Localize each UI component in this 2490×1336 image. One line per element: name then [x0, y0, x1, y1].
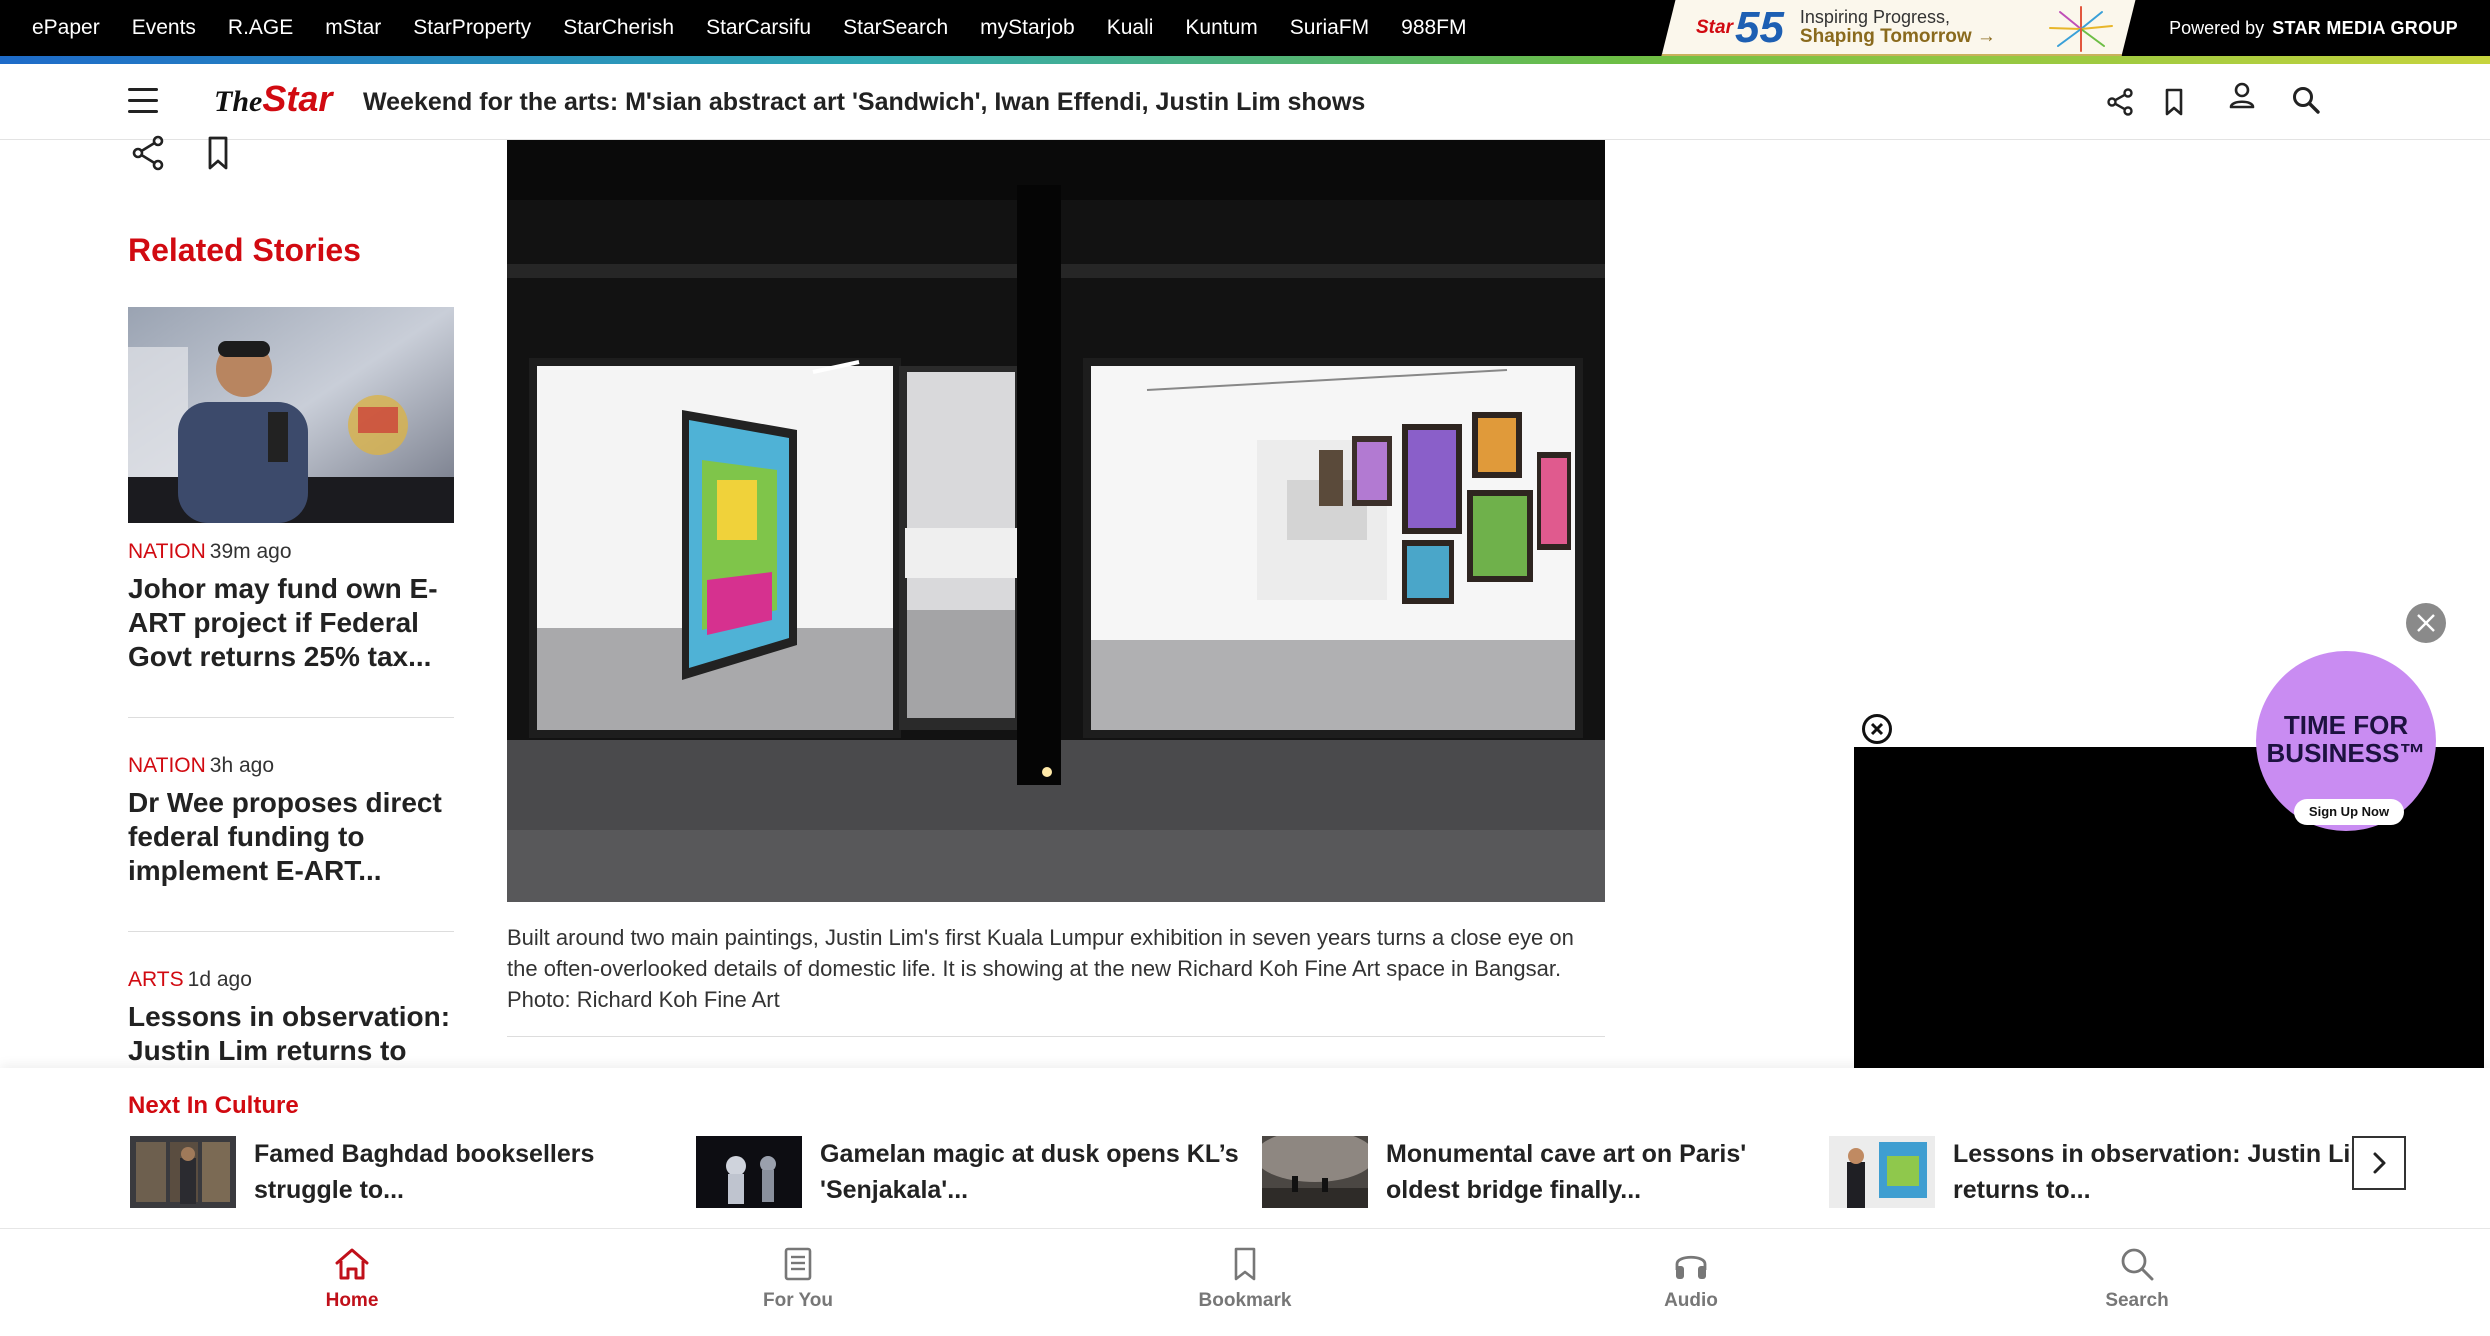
bookmark-icon[interactable] — [2158, 86, 2190, 118]
fireworks-icon — [2049, 6, 2113, 52]
chevron-right-icon — [2373, 1152, 2386, 1174]
network-links: ePaper Events R.AGE mStar StarProperty S… — [32, 0, 1499, 56]
sign-up-button[interactable]: Sign Up Now — [2294, 799, 2404, 825]
network-link-kuntum[interactable]: Kuntum — [1185, 16, 1257, 40]
network-link-starcherish[interactable]: StarCherish — [563, 16, 674, 40]
network-link-epaper[interactable]: ePaper — [32, 16, 100, 40]
bookmark-icon[interactable] — [208, 136, 228, 170]
for-you-icon — [784, 1247, 812, 1281]
network-link-starproperty[interactable]: StarProperty — [413, 16, 531, 40]
next-item-title[interactable]: Famed Baghdad booksellers struggle to... — [254, 1136, 684, 1208]
nav-search[interactable]: Search — [2037, 1244, 2237, 1312]
promo-logo: Star — [1696, 17, 1733, 38]
next-item-thumbnail — [1829, 1136, 1935, 1208]
next-item-title[interactable]: Monumental cave art on Paris' oldest bri… — [1386, 1136, 1816, 1208]
ad-text-line-1: TIME FOR — [2283, 710, 2409, 740]
story-title[interactable]: Johor may fund own E-ART project if Fede… — [128, 572, 454, 674]
story-category[interactable]: ARTS — [128, 968, 184, 991]
next-item-title[interactable]: Lessons in observation: Justin Lim retur… — [1953, 1136, 2383, 1208]
headphones-icon — [1675, 1255, 1707, 1279]
bookmark-icon — [1234, 1247, 1256, 1281]
search-icon — [2121, 1248, 2154, 1281]
nav-label: Bookmark — [1198, 1290, 1292, 1311]
article-main-image[interactable] — [507, 140, 1605, 902]
network-link-kuali[interactable]: Kuali — [1107, 16, 1154, 40]
article-headline: Weekend for the arts: M'sian abstract ar… — [363, 87, 1366, 116]
site-logo[interactable]: TheStar — [214, 81, 332, 117]
nav-label: For You — [762, 1290, 834, 1311]
logo-the: The — [214, 85, 263, 118]
next-carousel-button[interactable] — [2352, 1136, 2406, 1190]
related-story-2[interactable]: NATION 3h ago Dr Wee proposes direct fede… — [128, 754, 454, 888]
ad-close-button[interactable] — [2406, 603, 2446, 643]
promo-line-1: Inspiring Progress, — [1799, 7, 1950, 28]
site-header: TheStar Weekend for the arts: M'sian abs… — [0, 64, 2490, 140]
article-share-tools — [132, 135, 228, 171]
network-link-988fm[interactable]: 988FM — [1401, 16, 1466, 40]
network-link-rage[interactable]: R.AGE — [228, 16, 293, 40]
nav-for-you[interactable]: For You — [698, 1244, 898, 1312]
network-link-starcarsifu[interactable]: StarCarsifu — [706, 16, 811, 40]
color-strip — [0, 56, 2490, 64]
related-story-image[interactable] — [128, 307, 454, 523]
next-item-thumbnail — [1262, 1136, 1368, 1208]
menu-icon[interactable] — [128, 88, 158, 114]
next-item-thumbnail — [696, 1136, 802, 1208]
nav-home[interactable]: Home — [252, 1244, 452, 1312]
nav-label: Home — [325, 1290, 379, 1311]
next-item-thumbnail — [130, 1136, 236, 1208]
network-link-events[interactable]: Events — [132, 16, 196, 40]
promo-line-2: Shaping Tomorrow → — [1799, 26, 1996, 48]
related-stories-title: Related Stories — [128, 232, 361, 268]
nav-audio[interactable]: Audio — [1591, 1244, 1791, 1312]
divider — [128, 717, 454, 718]
story-time: 3h ago — [209, 754, 275, 777]
search-icon[interactable] — [2290, 84, 2322, 116]
story-time: 1d ago — [187, 968, 252, 991]
nav-label: Search — [2105, 1290, 2169, 1311]
user-icon[interactable] — [2226, 80, 2258, 112]
close-icon — [1870, 722, 1884, 736]
related-story-1[interactable]: NATION 39m ago Johor may fund own E-ART p… — [128, 540, 454, 674]
image-caption: Built around two main paintings, Justin … — [507, 925, 1574, 1012]
powered-by-prefix: Powered by — [2169, 17, 2265, 38]
share-icon[interactable] — [2104, 86, 2136, 118]
network-link-starsearch[interactable]: StarSearch — [843, 16, 948, 40]
nav-label: Audio — [1664, 1290, 1718, 1311]
close-icon — [2417, 614, 2435, 632]
logo-star: Star — [262, 78, 333, 119]
promo-number: 55 — [1734, 3, 1784, 52]
home-icon — [335, 1248, 369, 1280]
next-item-title[interactable]: Gamelan magic at dusk opens KL’s 'Senjak… — [820, 1136, 1250, 1208]
divider — [507, 1036, 1605, 1037]
video-close-button[interactable] — [1862, 714, 1892, 744]
promo-text: Inspiring Progress, Shaping Tomorrow → — [1799, 7, 1996, 48]
powered-by: Powered by STAR MEDIA GROUP — [2169, 0, 2458, 56]
share-icon[interactable] — [132, 135, 164, 171]
network-link-mystarjob[interactable]: myStarjob — [980, 16, 1075, 40]
story-category[interactable]: NATION — [128, 754, 206, 777]
time-for-business-ad[interactable]: TIME FOR BUSINESS™ Sign Up Now — [2256, 651, 2436, 831]
ad-text: TIME FOR BUSINESS™ — [2256, 711, 2436, 767]
story-time: 39m ago — [209, 540, 292, 563]
story-category[interactable]: NATION — [128, 540, 206, 563]
powered-by-brand: STAR MEDIA GROUP — [2272, 17, 2458, 38]
network-link-suriafm[interactable]: SuriaFM — [1290, 16, 1369, 40]
ad-text-line-2: BUSINESS™ — [2266, 738, 2426, 768]
next-in-culture-title: Next In Culture — [128, 1092, 299, 1119]
network-link-mstar[interactable]: mStar — [325, 16, 381, 40]
nav-bookmark[interactable]: Bookmark — [1145, 1244, 1345, 1312]
story-title[interactable]: Dr Wee proposes direct federal funding t… — [128, 786, 454, 888]
divider — [128, 931, 454, 932]
